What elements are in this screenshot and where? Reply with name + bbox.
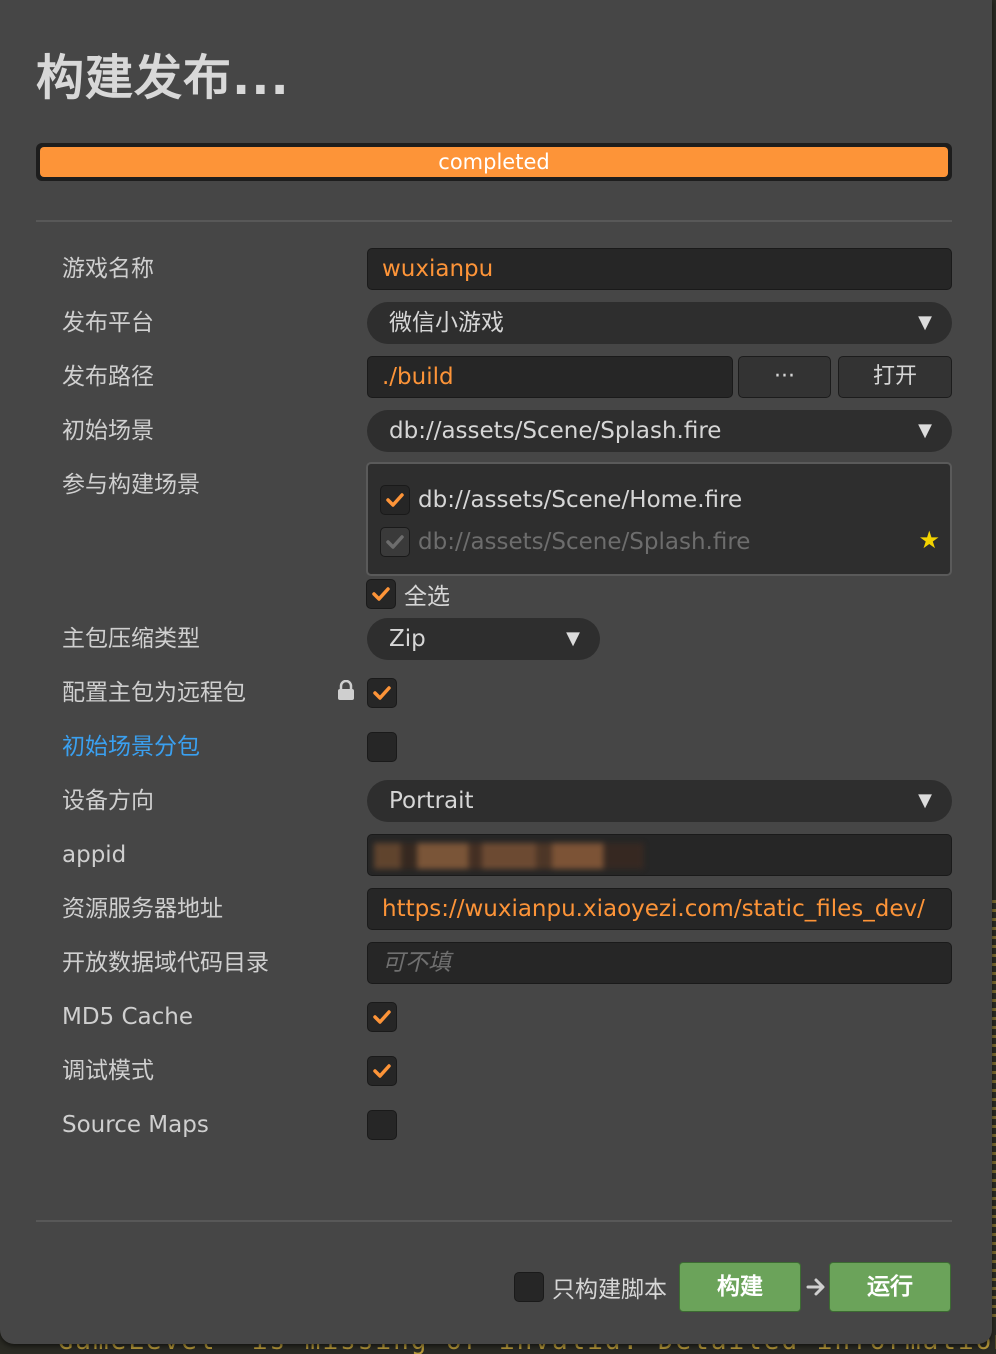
game-name-input[interactable]: wuxianpu — [367, 248, 952, 290]
build-button[interactable]: 构建 — [679, 1262, 801, 1312]
progress-fill: completed — [40, 147, 948, 177]
progress-bar: completed — [36, 143, 952, 181]
open-data-input[interactable]: 可不填 — [367, 942, 952, 984]
check-icon — [386, 493, 404, 507]
lock-icon — [338, 680, 354, 700]
orientation-value: Portrait — [389, 788, 474, 814]
build-script-only-label: 只构建脚本 — [552, 1277, 667, 1303]
row-source-maps: Source Maps — [62, 1104, 952, 1146]
appid-label: appid — [62, 842, 127, 868]
appid-input[interactable] — [367, 834, 952, 876]
start-scene-label: 初始场景 — [62, 418, 154, 444]
row-start-scene: 初始场景 db://assets/Scene/Splash.fire ▼ — [62, 410, 952, 452]
row-start-scene-subpackage: 初始场景分包 — [62, 726, 952, 768]
start-scene-value: db://assets/Scene/Splash.fire — [389, 418, 722, 444]
row-appid: appid — [62, 834, 952, 876]
scene-name: db://assets/Scene/Splash.fire — [418, 529, 751, 555]
caret-down-icon: ▼ — [918, 420, 932, 441]
browse-button[interactable]: ··· — [738, 356, 831, 398]
md5-cache-label: MD5 Cache — [62, 1004, 194, 1030]
list-item: db://assets/Scene/Splash.fire — [380, 526, 750, 558]
platform-select[interactable]: 微信小游戏 ▼ — [367, 302, 952, 344]
md5-cache-checkbox[interactable] — [367, 1002, 397, 1032]
platform-label: 发布平台 — [62, 310, 154, 336]
select-all[interactable]: 全选 — [366, 578, 450, 610]
background-strip — [992, 900, 996, 1320]
row-md5-cache: MD5 Cache — [62, 996, 952, 1038]
select-all-label: 全选 — [404, 584, 450, 610]
row-platform: 发布平台 微信小游戏 ▼ — [62, 302, 952, 344]
divider-bottom — [36, 1220, 952, 1222]
caret-down-icon: ▼ — [918, 790, 932, 811]
source-maps-label: Source Maps — [62, 1112, 209, 1138]
orientation-label: 设备方向 — [62, 788, 154, 814]
compress-type-label: 主包压缩类型 — [62, 626, 200, 652]
check-icon — [373, 686, 391, 700]
dialog-title: 构建发布... — [36, 50, 290, 106]
remote-server-label: 资源服务器地址 — [62, 896, 223, 922]
compress-type-select[interactable]: Zip ▼ — [367, 618, 600, 660]
caret-down-icon: ▼ — [918, 312, 932, 333]
row-open-data: 开放数据域代码目录 可不填 — [62, 942, 952, 984]
platform-value: 微信小游戏 — [389, 310, 504, 336]
check-icon — [373, 1010, 391, 1024]
row-debug: 调试模式 — [62, 1050, 952, 1092]
scene-checkbox-disabled — [380, 527, 410, 557]
check-icon — [372, 587, 390, 601]
caret-down-icon: ▼ — [566, 628, 580, 649]
build-path-label: 发布路径 — [62, 364, 154, 390]
scenes-label: 参与构建场景 — [62, 472, 200, 498]
arrow-right-icon — [806, 1278, 825, 1296]
row-remote-server: 资源服务器地址 https://wuxianpu.xiaoyezi.com/st… — [62, 888, 952, 930]
remote-server-input[interactable]: https://wuxianpu.xiaoyezi.com/static_fil… — [367, 888, 952, 930]
build-script-only[interactable]: 只构建脚本 — [514, 1262, 667, 1312]
compress-type-value: Zip — [389, 626, 426, 652]
check-icon — [373, 1064, 391, 1078]
row-game-name: 游戏名称 wuxianpu — [62, 248, 952, 290]
redacted-value — [374, 843, 644, 869]
row-compress-type: 主包压缩类型 Zip ▼ — [62, 618, 952, 660]
open-data-label: 开放数据域代码目录 — [62, 950, 269, 976]
remote-main-checkbox[interactable] — [367, 678, 397, 708]
scene-name: db://assets/Scene/Home.fire — [418, 487, 743, 513]
open-button[interactable]: 打开 — [838, 356, 952, 398]
scene-checkbox[interactable] — [380, 485, 410, 515]
start-scene-subpackage-link[interactable]: 初始场景分包 — [62, 726, 200, 768]
scene-list: db://assets/Scene/Home.fire db://assets/… — [366, 462, 952, 576]
orientation-select[interactable]: Portrait ▼ — [367, 780, 952, 822]
start-scene-select[interactable]: db://assets/Scene/Splash.fire ▼ — [367, 410, 952, 452]
start-scene-subpackage-checkbox[interactable] — [367, 732, 397, 762]
select-all-checkbox[interactable] — [366, 579, 396, 609]
divider-top — [36, 220, 952, 222]
list-item[interactable]: db://assets/Scene/Home.fire — [380, 484, 742, 516]
game-name-label: 游戏名称 — [62, 256, 154, 282]
remote-main-label: 配置主包为远程包 — [62, 680, 246, 706]
build-script-only-checkbox[interactable] — [514, 1272, 544, 1302]
build-dialog: 构建发布... completed 游戏名称 wuxianpu 发布平台 微信小… — [0, 0, 992, 1344]
check-icon — [386, 535, 404, 549]
run-button[interactable]: 运行 — [829, 1262, 951, 1312]
star-icon: ★ — [918, 526, 940, 554]
row-remote-main: 配置主包为远程包 — [62, 672, 952, 714]
debug-checkbox[interactable] — [367, 1056, 397, 1086]
row-build-path: 发布路径 ./build ··· 打开 — [62, 356, 952, 398]
source-maps-checkbox[interactable] — [367, 1110, 397, 1140]
row-orientation: 设备方向 Portrait ▼ — [62, 780, 952, 822]
build-path-input[interactable]: ./build — [367, 356, 733, 398]
debug-label: 调试模式 — [62, 1058, 154, 1084]
